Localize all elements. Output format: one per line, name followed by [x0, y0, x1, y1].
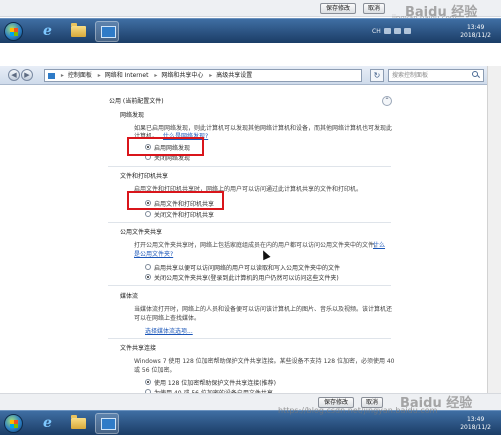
- control-panel-icon: [48, 72, 55, 79]
- radio-128bit-encryption[interactable]: [145, 379, 151, 385]
- divider: [108, 338, 391, 339]
- breadcrumb-item[interactable]: 网络和 Internet: [105, 72, 149, 79]
- taskbar-explorer-button[interactable]: [66, 413, 90, 434]
- tray-date: 2018/11/2: [460, 424, 491, 431]
- tray-flag-icon[interactable]: [384, 28, 391, 34]
- file-conn-title: 文件共享连接: [120, 345, 157, 352]
- breadcrumb-item[interactable]: 高级共享设置: [216, 72, 252, 79]
- tray-network-icon[interactable]: [394, 28, 401, 34]
- option-128bit-encryption[interactable]: 使用 128 位加密帮助保护文件共享连接(推荐): [154, 378, 276, 387]
- media-title: 媒体流: [120, 293, 139, 300]
- taskbar-ie-button[interactable]: e: [35, 21, 59, 42]
- breadcrumb[interactable]: ▸ 控制面板 ▸ 网络和 Internet ▸ 网络和共享中心 ▸ 高级共享设置: [44, 69, 362, 82]
- collapse-icon[interactable]: ⌃: [382, 96, 392, 106]
- divider: [108, 166, 391, 167]
- tray-time: 13:49: [466, 24, 485, 31]
- taskbar-explorer-button[interactable]: [66, 21, 90, 42]
- tray-date: 2018/11/2: [460, 32, 491, 39]
- tray-language[interactable]: CH: [372, 28, 381, 35]
- file-conn-desc: Windows 7 使用 128 位加密帮助保护文件共享连接。某些设备不支持 1…: [134, 358, 395, 365]
- highlight-box: [127, 191, 224, 210]
- option-disable-public-folder[interactable]: 关闭公用文件夹共享(登录到此计算机的用户仍然可以访问这些文件夹): [154, 273, 339, 282]
- breadcrumb-item[interactable]: 控制面板: [68, 72, 92, 79]
- media-desc: 当媒体流打开时，网络上的人员和设备便可以访问该计算机上的图片、音乐以及视频。该计…: [134, 306, 393, 313]
- profile-title[interactable]: 公用 (当前配置文件): [109, 96, 164, 105]
- search-input[interactable]: 搜索控制面板: [388, 69, 484, 82]
- tray-time: 13:49: [466, 416, 485, 423]
- forward-button[interactable]: ▶: [21, 69, 33, 81]
- back-button[interactable]: ◀: [8, 69, 20, 81]
- refresh-button[interactable]: ↻: [370, 69, 384, 82]
- radio-disable-public-folder[interactable]: [145, 274, 151, 280]
- divider: [108, 285, 391, 286]
- tray-volume-icon[interactable]: [404, 28, 411, 34]
- media-desc-2: 可以在网络上查找媒体。: [134, 315, 201, 322]
- breadcrumb-item[interactable]: 网络和共享中心: [161, 72, 203, 79]
- folder-icon: [71, 415, 86, 429]
- file-print-title: 文件和打印机共享: [120, 173, 169, 180]
- taskbar-control-panel-button[interactable]: [95, 21, 119, 42]
- folder-icon: [71, 23, 86, 37]
- radio-enable-public-folder[interactable]: [145, 264, 151, 270]
- highlight-box: [127, 137, 204, 156]
- public-folder-help-link-2[interactable]: 是公用文件夹?: [134, 249, 173, 258]
- address-bar: ◀ ▶ ▸ 控制面板 ▸ 网络和 Internet ▸ 网络和共享中心 ▸ 高级…: [0, 66, 501, 85]
- public-folder-help-link[interactable]: 什么: [373, 240, 385, 249]
- taskbar-control-panel-button[interactable]: [95, 413, 119, 434]
- control-panel-icon: [101, 26, 116, 38]
- tray-clock[interactable]: 13:49 2018/11/2: [460, 416, 491, 432]
- media-options-link[interactable]: 选择媒体流选项...: [145, 326, 193, 335]
- ie-icon: e: [43, 415, 52, 431]
- option-disable-file-print[interactable]: 关闭文件和打印机共享: [154, 210, 214, 219]
- top-cancel-button[interactable]: 取消: [363, 3, 385, 14]
- discovery-title: 网络发现: [120, 112, 145, 119]
- option-enable-public-folder[interactable]: 启用共享以便可以访问网络的用户可以读取和写入公用文件夹中的文件: [154, 263, 340, 272]
- ie-icon: e: [43, 23, 52, 39]
- start-button[interactable]: [4, 22, 23, 41]
- radio-disable-file-print[interactable]: [145, 211, 151, 217]
- public-folder-desc: 打开公用文件夹共享时，网络上包括家庭组成员在内的用户都可以访问公用文件夹中的文件…: [134, 242, 381, 249]
- top-save-button[interactable]: 保存修改: [320, 3, 356, 14]
- start-button[interactable]: [4, 414, 23, 433]
- watermark-url-bottom: https://blog.csdn.net/jingyan.baidu.com: [278, 406, 438, 415]
- file-conn-desc-2: 或 56 位加密。: [134, 367, 176, 374]
- public-folder-title: 公用文件夹共享: [120, 229, 163, 236]
- right-edge: [487, 66, 501, 406]
- taskbar-ie-button[interactable]: e: [35, 413, 59, 434]
- search-icon[interactable]: [472, 71, 478, 77]
- divider: [108, 222, 391, 223]
- taskbar-top: e CH 13:49 2018/11/2: [0, 18, 501, 43]
- tray-clock[interactable]: 13:49 2018/11/2: [460, 24, 491, 40]
- control-panel-icon: [101, 418, 116, 430]
- advanced-sharing-settings: 公用 (当前配置文件) ⌃ 网络发现 如果已启用网络发现，则此计算机可以发现其他…: [0, 86, 487, 406]
